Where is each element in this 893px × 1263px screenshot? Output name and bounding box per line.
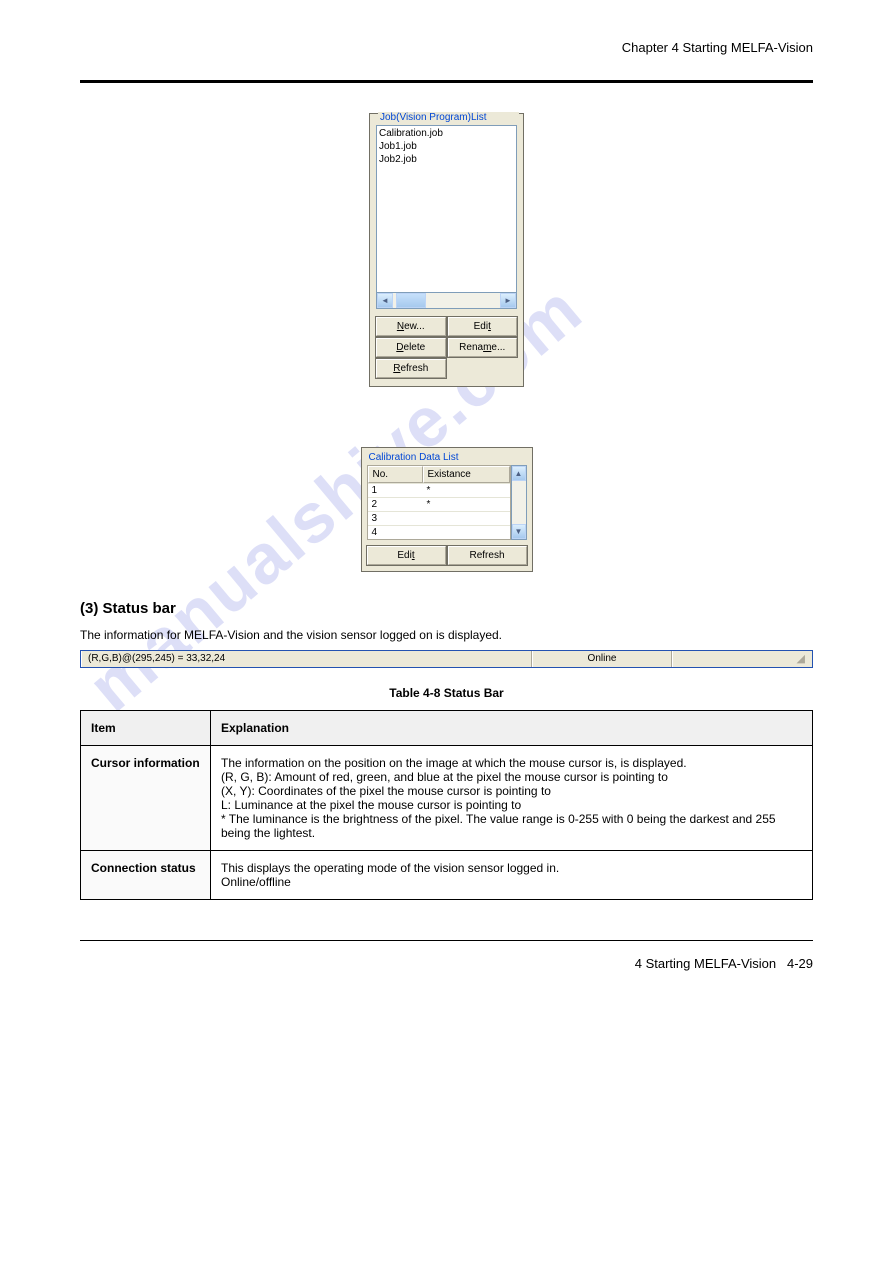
list-item[interactable]: Job2.job [379, 153, 514, 166]
column-header-no[interactable]: No. [368, 466, 423, 483]
explanation-cell: The information on the position on the i… [211, 745, 813, 850]
connection-status-cell: Online [532, 651, 672, 667]
job-listbox[interactable]: Calibration.job Job1.job Job2.job [376, 125, 517, 293]
header-chapter-title: Chapter 4 Starting MELFA-Vision [80, 40, 813, 55]
refresh-button[interactable]: Refresh [448, 546, 527, 565]
list-item[interactable]: Job1.job [379, 140, 514, 153]
job-list-legend: Job(Vision Program)List [378, 112, 519, 123]
table-row[interactable]: 1 * [368, 483, 510, 497]
scroll-right-icon[interactable]: ► [500, 293, 516, 308]
table-header-explanation: Explanation [211, 710, 813, 745]
footer-chapter-title: 4 Starting MELFA-Vision 4-29 [80, 956, 813, 971]
vertical-scrollbar[interactable]: ▲ ▼ [511, 465, 527, 540]
scroll-up-icon[interactable]: ▲ [512, 466, 526, 481]
table-row[interactable]: 3 [368, 511, 510, 525]
rename-button[interactable]: Rename... [448, 338, 518, 357]
horizontal-scrollbar[interactable]: ◄ ► [376, 293, 517, 309]
refresh-button[interactable]: Refresh [376, 359, 446, 378]
edit-button[interactable]: Edit [367, 546, 446, 565]
cursor-info-cell: (R,G,B)@(295,245) = 33,32,24 [81, 651, 532, 667]
status-bar-table: Item Explanation Cursor information The … [80, 710, 813, 900]
list-item[interactable]: Calibration.job [379, 127, 514, 140]
header-divider [80, 80, 813, 83]
footer-divider [80, 940, 813, 941]
table-caption: Table 4-8 Status Bar [80, 686, 813, 700]
scroll-thumb[interactable] [396, 293, 426, 308]
column-header-existence[interactable]: Existance [423, 466, 510, 483]
calibration-panel: Calibration Data List No. Existance 1 * … [361, 447, 533, 572]
resize-grip-icon[interactable]: ◢ [797, 652, 806, 665]
section-heading: (3) Status bar [80, 600, 813, 617]
explanation-cell: This displays the operating mode of the … [211, 850, 813, 899]
calibration-table[interactable]: No. Existance 1 * 2 * 3 [367, 465, 511, 540]
table-row: Cursor information The information on th… [81, 745, 813, 850]
scroll-left-icon[interactable]: ◄ [377, 293, 393, 308]
table-row[interactable]: 4 [368, 525, 510, 539]
table-row[interactable]: 2 * [368, 497, 510, 511]
new-button[interactable]: New... [376, 317, 446, 336]
section-description: The information for MELFA-Vision and the… [80, 627, 813, 644]
edit-button[interactable]: Edit [448, 317, 518, 336]
status-bar: (R,G,B)@(295,245) = 33,32,24 Online ◢ [80, 650, 813, 668]
item-cell: Cursor information [81, 745, 211, 850]
table-row: Connection status This displays the oper… [81, 850, 813, 899]
scroll-track[interactable] [393, 293, 500, 308]
scroll-down-icon[interactable]: ▼ [512, 524, 526, 539]
job-list-panel: Job(Vision Program)List Calibration.job … [369, 113, 524, 387]
delete-button[interactable]: Delete [376, 338, 446, 357]
item-cell: Connection status [81, 850, 211, 899]
table-header-item: Item [81, 710, 211, 745]
scroll-track[interactable] [512, 481, 526, 524]
status-grip-cell: ◢ [672, 651, 812, 667]
calibration-legend: Calibration Data List [367, 452, 527, 463]
